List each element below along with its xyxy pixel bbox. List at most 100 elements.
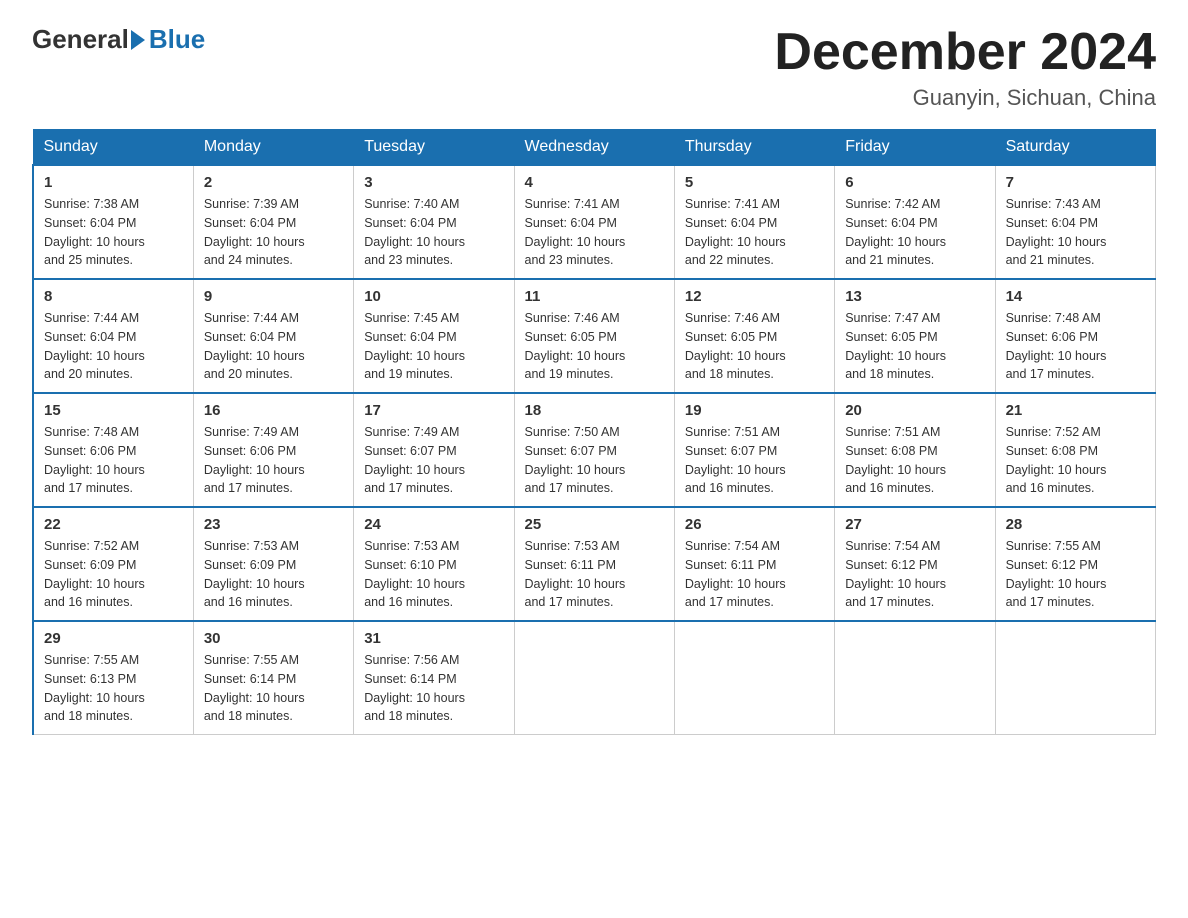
calendar-day-cell [514,621,674,735]
day-info: Sunrise: 7:49 AMSunset: 6:06 PMDaylight:… [204,423,343,498]
calendar-day-cell [835,621,995,735]
day-info: Sunrise: 7:48 AMSunset: 6:06 PMDaylight:… [1006,309,1145,384]
calendar-day-cell: 3 Sunrise: 7:40 AMSunset: 6:04 PMDaylight… [354,165,514,279]
calendar-day-cell: 6 Sunrise: 7:42 AMSunset: 6:04 PMDaylight… [835,165,995,279]
day-info: Sunrise: 7:49 AMSunset: 6:07 PMDaylight:… [364,423,503,498]
weekday-header-thursday: Thursday [674,130,834,166]
day-number: 2 [204,174,343,191]
day-info: Sunrise: 7:50 AMSunset: 6:07 PMDaylight:… [525,423,664,498]
month-year-title: December 2024 [774,24,1156,81]
logo: General Blue [32,24,205,55]
calendar-week-row: 22 Sunrise: 7:52 AMSunset: 6:09 PMDayligh… [33,507,1156,621]
day-number: 22 [44,516,183,533]
day-info: Sunrise: 7:41 AMSunset: 6:04 PMDaylight:… [685,195,824,270]
title-area: December 2024 Guanyin, Sichuan, China [774,24,1156,111]
day-info: Sunrise: 7:39 AMSunset: 6:04 PMDaylight:… [204,195,343,270]
calendar-day-cell: 20 Sunrise: 7:51 AMSunset: 6:08 PMDayligh… [835,393,995,507]
calendar-day-cell: 22 Sunrise: 7:52 AMSunset: 6:09 PMDayligh… [33,507,193,621]
calendar-day-cell: 7 Sunrise: 7:43 AMSunset: 6:04 PMDaylight… [995,165,1155,279]
calendar-day-cell: 31Sunrise: 7:56 AMSunset: 6:14 PMDayligh… [354,621,514,735]
calendar-day-cell: 27 Sunrise: 7:54 AMSunset: 6:12 PMDayligh… [835,507,995,621]
day-info: Sunrise: 7:54 AMSunset: 6:12 PMDaylight:… [845,537,984,612]
calendar-day-cell: 18 Sunrise: 7:50 AMSunset: 6:07 PMDayligh… [514,393,674,507]
calendar-day-cell: 21Sunrise: 7:52 AMSunset: 6:08 PMDayligh… [995,393,1155,507]
calendar-week-row: 29Sunrise: 7:55 AMSunset: 6:13 PMDayligh… [33,621,1156,735]
day-info: Sunrise: 7:46 AMSunset: 6:05 PMDaylight:… [685,309,824,384]
weekday-header-monday: Monday [193,130,353,166]
day-info: Sunrise: 7:45 AMSunset: 6:04 PMDaylight:… [364,309,503,384]
calendar-day-cell [995,621,1155,735]
calendar-week-row: 1 Sunrise: 7:38 AMSunset: 6:04 PMDaylight… [33,165,1156,279]
day-number: 30 [204,630,343,647]
logo-text: General Blue [32,24,205,55]
weekday-header-tuesday: Tuesday [354,130,514,166]
calendar-day-cell: 24 Sunrise: 7:53 AMSunset: 6:10 PMDayligh… [354,507,514,621]
day-info: Sunrise: 7:55 AMSunset: 6:14 PMDaylight:… [204,651,343,726]
calendar-day-cell: 29Sunrise: 7:55 AMSunset: 6:13 PMDayligh… [33,621,193,735]
day-info: Sunrise: 7:52 AMSunset: 6:09 PMDaylight:… [44,537,183,612]
day-info: Sunrise: 7:55 AMSunset: 6:12 PMDaylight:… [1006,537,1145,612]
calendar-day-cell: 19 Sunrise: 7:51 AMSunset: 6:07 PMDayligh… [674,393,834,507]
calendar-day-cell: 15 Sunrise: 7:48 AMSunset: 6:06 PMDayligh… [33,393,193,507]
day-number: 3 [364,174,503,191]
weekday-header-wednesday: Wednesday [514,130,674,166]
day-number: 18 [525,402,664,419]
day-number: 15 [44,402,183,419]
logo-triangle-icon [131,30,145,50]
day-number: 14 [1006,288,1145,305]
day-number: 29 [44,630,183,647]
calendar-day-cell: 11Sunrise: 7:46 AMSunset: 6:05 PMDayligh… [514,279,674,393]
weekday-header-sunday: Sunday [33,130,193,166]
day-info: Sunrise: 7:40 AMSunset: 6:04 PMDaylight:… [364,195,503,270]
calendar-day-cell: 25 Sunrise: 7:53 AMSunset: 6:11 PMDayligh… [514,507,674,621]
day-number: 1 [44,174,183,191]
calendar-week-row: 15 Sunrise: 7:48 AMSunset: 6:06 PMDayligh… [33,393,1156,507]
calendar-day-cell: 28 Sunrise: 7:55 AMSunset: 6:12 PMDayligh… [995,507,1155,621]
day-info: Sunrise: 7:53 AMSunset: 6:10 PMDaylight:… [364,537,503,612]
day-info: Sunrise: 7:56 AMSunset: 6:14 PMDaylight:… [364,651,503,726]
day-number: 16 [204,402,343,419]
day-number: 27 [845,516,984,533]
weekday-header-saturday: Saturday [995,130,1155,166]
weekday-header-row: SundayMondayTuesdayWednesdayThursdayFrid… [33,130,1156,166]
day-number: 26 [685,516,824,533]
weekday-header-friday: Friday [835,130,995,166]
day-number: 11 [525,288,664,305]
day-number: 23 [204,516,343,533]
day-info: Sunrise: 7:48 AMSunset: 6:06 PMDaylight:… [44,423,183,498]
day-number: 13 [845,288,984,305]
calendar-day-cell: 2 Sunrise: 7:39 AMSunset: 6:04 PMDaylight… [193,165,353,279]
day-number: 4 [525,174,664,191]
day-number: 28 [1006,516,1145,533]
day-info: Sunrise: 7:38 AMSunset: 6:04 PMDaylight:… [44,195,183,270]
calendar-day-cell: 16 Sunrise: 7:49 AMSunset: 6:06 PMDayligh… [193,393,353,507]
logo-general: General [32,24,129,55]
day-info: Sunrise: 7:52 AMSunset: 6:08 PMDaylight:… [1006,423,1145,498]
day-info: Sunrise: 7:42 AMSunset: 6:04 PMDaylight:… [845,195,984,270]
day-number: 6 [845,174,984,191]
day-info: Sunrise: 7:51 AMSunset: 6:08 PMDaylight:… [845,423,984,498]
day-number: 8 [44,288,183,305]
day-number: 9 [204,288,343,305]
day-info: Sunrise: 7:44 AMSunset: 6:04 PMDaylight:… [204,309,343,384]
day-info: Sunrise: 7:44 AMSunset: 6:04 PMDaylight:… [44,309,183,384]
day-number: 25 [525,516,664,533]
calendar-day-cell: 26 Sunrise: 7:54 AMSunset: 6:11 PMDayligh… [674,507,834,621]
day-number: 20 [845,402,984,419]
day-number: 24 [364,516,503,533]
day-info: Sunrise: 7:51 AMSunset: 6:07 PMDaylight:… [685,423,824,498]
day-number: 12 [685,288,824,305]
calendar-day-cell: 12 Sunrise: 7:46 AMSunset: 6:05 PMDayligh… [674,279,834,393]
location-subtitle: Guanyin, Sichuan, China [774,85,1156,111]
calendar-day-cell: 9 Sunrise: 7:44 AMSunset: 6:04 PMDaylight… [193,279,353,393]
day-info: Sunrise: 7:54 AMSunset: 6:11 PMDaylight:… [685,537,824,612]
day-info: Sunrise: 7:53 AMSunset: 6:11 PMDaylight:… [525,537,664,612]
calendar-day-cell: 5 Sunrise: 7:41 AMSunset: 6:04 PMDaylight… [674,165,834,279]
day-info: Sunrise: 7:43 AMSunset: 6:04 PMDaylight:… [1006,195,1145,270]
calendar-day-cell: 4Sunrise: 7:41 AMSunset: 6:04 PMDaylight… [514,165,674,279]
day-number: 7 [1006,174,1145,191]
header: General Blue December 2024 Guanyin, Sich… [32,24,1156,111]
day-number: 19 [685,402,824,419]
day-number: 5 [685,174,824,191]
calendar-day-cell: 14 Sunrise: 7:48 AMSunset: 6:06 PMDayligh… [995,279,1155,393]
